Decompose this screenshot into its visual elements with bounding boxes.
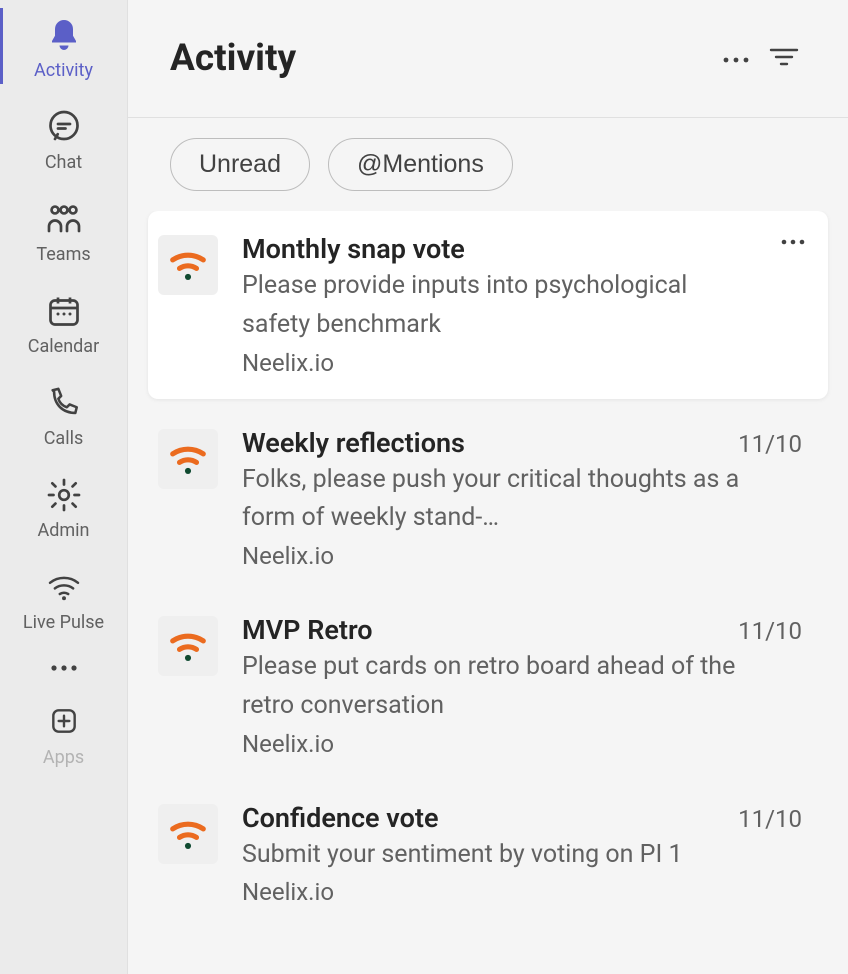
rail-label-apps: Apps bbox=[43, 747, 84, 768]
activity-item-source: Neelix.io bbox=[242, 730, 802, 758]
activity-item-source: Neelix.io bbox=[242, 878, 802, 906]
panel-header: Activity bbox=[128, 0, 848, 118]
activity-item-date: 11/10 bbox=[738, 617, 802, 645]
rail-item-teams[interactable]: Teams bbox=[0, 184, 127, 276]
activity-item-desc: Submit your sentiment by voting on PI 1 bbox=[242, 836, 742, 875]
bell-icon bbox=[46, 14, 82, 56]
chat-icon bbox=[46, 106, 82, 148]
rail-label-activity: Activity bbox=[34, 62, 93, 80]
rail-item-apps[interactable]: Apps bbox=[0, 691, 127, 782]
rail-label-calendar: Calendar bbox=[28, 338, 99, 356]
activity-panel: Activity Unread @Mentions Monthly snap v… bbox=[128, 0, 848, 974]
rail-item-activity[interactable]: Activity bbox=[0, 0, 127, 92]
calendar-icon bbox=[46, 290, 82, 332]
app-avatar bbox=[158, 804, 218, 864]
rail-item-chat[interactable]: Chat bbox=[0, 92, 127, 184]
app-avatar bbox=[158, 235, 218, 295]
activity-item-body: Monthly snap vote Please provide inputs … bbox=[242, 233, 802, 377]
rail-item-calls[interactable]: Calls bbox=[0, 368, 127, 460]
rail-label-livepulse: Live Pulse bbox=[23, 614, 104, 632]
app-rail: Activity Chat Teams Calendar Calls Admin bbox=[0, 0, 128, 974]
app-avatar bbox=[158, 429, 218, 489]
filter-mentions[interactable]: @Mentions bbox=[328, 138, 513, 191]
activity-item-title: Monthly snap vote bbox=[242, 233, 465, 265]
more-icon bbox=[49, 658, 79, 677]
filter-unread[interactable]: Unread bbox=[170, 138, 310, 191]
activity-item[interactable]: MVP Retro 11/10 Please put cards on retr… bbox=[148, 592, 828, 780]
rail-label-chat: Chat bbox=[45, 154, 82, 172]
activity-item-source: Neelix.io bbox=[242, 349, 802, 377]
activity-item[interactable]: Monthly snap vote Please provide inputs … bbox=[148, 211, 828, 399]
activity-item-body: Confidence vote 11/10 Submit your sentim… bbox=[242, 802, 802, 907]
rail-label-calls: Calls bbox=[44, 430, 84, 448]
activity-item-desc: Please put cards on retro board ahead of… bbox=[242, 648, 742, 726]
apps-icon bbox=[48, 705, 80, 741]
teams-icon bbox=[43, 198, 85, 240]
activity-item[interactable]: Confidence vote 11/10 Submit your sentim… bbox=[148, 780, 828, 929]
page-title: Activity bbox=[170, 37, 296, 80]
gear-icon bbox=[46, 474, 82, 516]
rail-more-button[interactable] bbox=[0, 644, 127, 691]
activity-item-title: Weekly reflections bbox=[242, 427, 465, 459]
activity-item-title: Confidence vote bbox=[242, 802, 438, 834]
wifi-icon bbox=[47, 566, 81, 608]
rail-item-calendar[interactable]: Calendar bbox=[0, 276, 127, 368]
rail-label-admin: Admin bbox=[38, 522, 90, 540]
filter-icon bbox=[769, 47, 799, 71]
header-more-button[interactable] bbox=[712, 35, 760, 83]
rail-label-teams: Teams bbox=[36, 246, 90, 264]
more-icon bbox=[722, 49, 750, 68]
filter-button[interactable] bbox=[760, 35, 808, 83]
activity-item-desc: Please provide inputs into psychological… bbox=[242, 267, 742, 345]
filter-pills: Unread @Mentions bbox=[128, 118, 848, 211]
phone-icon bbox=[47, 382, 81, 424]
rail-item-admin[interactable]: Admin bbox=[0, 460, 127, 552]
activity-item-source: Neelix.io bbox=[242, 542, 802, 570]
activity-item-date: 11/10 bbox=[738, 805, 802, 833]
activity-item-body: MVP Retro 11/10 Please put cards on retr… bbox=[242, 614, 802, 758]
activity-item-body: Weekly reflections 11/10 Folks, please p… bbox=[242, 427, 802, 571]
rail-item-livepulse[interactable]: Live Pulse bbox=[0, 552, 127, 644]
activity-item[interactable]: Weekly reflections 11/10 Folks, please p… bbox=[148, 405, 828, 593]
app-avatar bbox=[158, 616, 218, 676]
activity-item-desc: Folks, please push your critical thought… bbox=[242, 461, 742, 539]
activity-item-more-button[interactable] bbox=[780, 231, 806, 250]
activity-item-date: 11/10 bbox=[738, 430, 802, 458]
activity-item-title: MVP Retro bbox=[242, 614, 373, 646]
activity-feed: Monthly snap vote Please provide inputs … bbox=[128, 211, 848, 974]
